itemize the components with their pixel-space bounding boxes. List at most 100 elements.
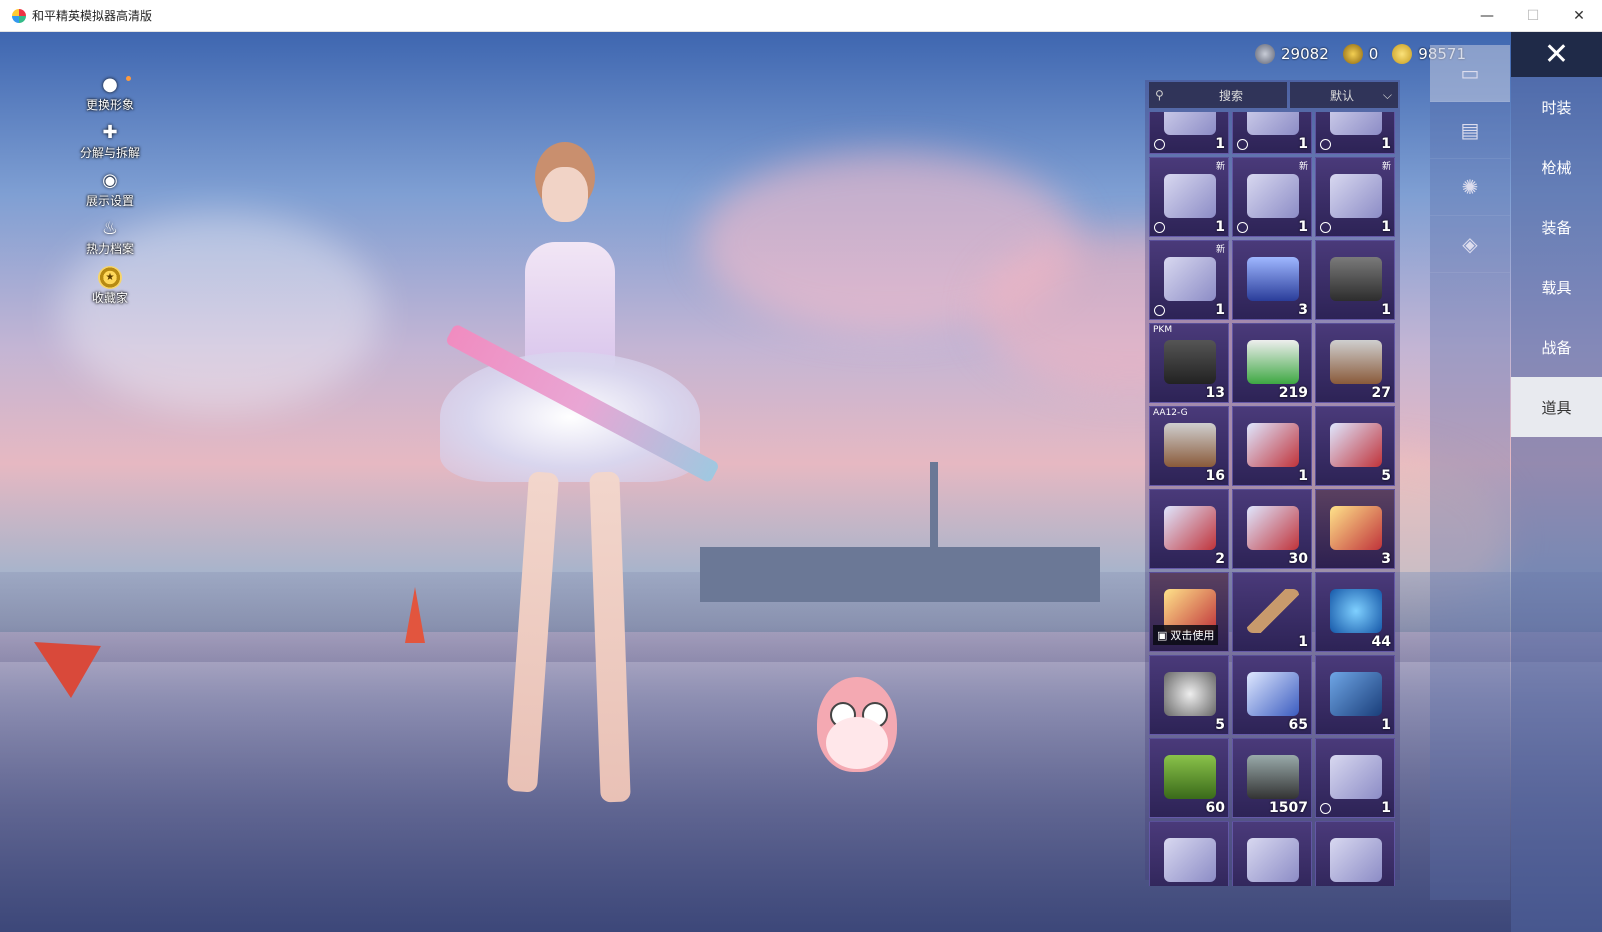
bp-coin-icon bbox=[1392, 44, 1413, 64]
inventory-item[interactable]: 2 bbox=[1149, 489, 1229, 569]
character-leg-left bbox=[506, 471, 560, 793]
window-titlebar: 和平精英模拟器高清版 — ☐ ✕ bbox=[0, 0, 1602, 32]
inventory-item[interactable]: 60 bbox=[1149, 738, 1229, 818]
traffic-cone bbox=[405, 587, 425, 643]
pet-belly bbox=[826, 717, 888, 769]
category-equipment[interactable]: 装备 bbox=[1511, 197, 1602, 257]
inventory-item[interactable] bbox=[1315, 821, 1395, 886]
book-icon: ▣ bbox=[1157, 628, 1168, 642]
tool-decompose[interactable]: ✚ 分解与拆解 bbox=[70, 122, 150, 162]
pet-owl[interactable] bbox=[812, 657, 902, 802]
item-quantity: 5 bbox=[1215, 717, 1225, 733]
item-quantity: 65 bbox=[1288, 717, 1308, 733]
item-weapon-tag: AA12-G bbox=[1153, 408, 1188, 418]
inventory-item[interactable]: 3 bbox=[1315, 489, 1395, 569]
inventory-item[interactable]: 1507 bbox=[1232, 738, 1312, 818]
new-badge: 新 bbox=[1215, 162, 1225, 172]
spray-can-icon bbox=[1247, 257, 1299, 301]
tool-label: 热力档案 bbox=[85, 242, 134, 256]
category-vehicles[interactable]: 载具 bbox=[1511, 257, 1602, 317]
inventory-item[interactable]: 1 bbox=[1315, 240, 1395, 320]
inventory-item[interactable]: 44 bbox=[1315, 572, 1395, 652]
chevron-down-icon: ⌵ bbox=[1382, 87, 1392, 102]
exp-card-icon bbox=[1247, 506, 1299, 550]
close-panel-button[interactable]: ✕ bbox=[1511, 32, 1602, 77]
ticket-icon bbox=[1164, 257, 1216, 301]
new-badge: 新 bbox=[1298, 162, 1308, 172]
ticket-icon bbox=[1330, 838, 1382, 882]
inventory-item[interactable]: 1 bbox=[1232, 112, 1312, 154]
close-window-button[interactable]: ✕ bbox=[1556, 0, 1602, 31]
ticket-icon[interactable]: ◈ bbox=[1430, 216, 1510, 273]
exp-card-icon bbox=[1247, 423, 1299, 467]
sort-dropdown[interactable]: 默认 ⌵ bbox=[1290, 82, 1398, 108]
inventory-item[interactable] bbox=[1149, 821, 1229, 886]
item-quantity: 3 bbox=[1381, 551, 1391, 567]
inventory-item[interactable]: 新1 bbox=[1315, 157, 1395, 237]
inventory-item[interactable]: 30 bbox=[1232, 489, 1312, 569]
inventory-item[interactable]: 65 bbox=[1232, 655, 1312, 735]
inventory-item[interactable]: 新1 bbox=[1149, 157, 1229, 237]
category-supplies[interactable]: 战备 bbox=[1511, 317, 1602, 377]
gold-token-icon bbox=[1342, 44, 1363, 64]
inventory-item[interactable]: 1 bbox=[1149, 112, 1229, 154]
character-figure[interactable] bbox=[430, 142, 721, 832]
inventory-item[interactable]: 新1 bbox=[1232, 157, 1312, 237]
exp-card-icon bbox=[1164, 506, 1216, 550]
inventory-toolbar: ⚲ 搜索 默认 ⌵ bbox=[1149, 82, 1399, 108]
inventory-item[interactable]: 3 bbox=[1232, 240, 1312, 320]
item-quantity: 1507 bbox=[1269, 800, 1308, 816]
item-quantity: 44 bbox=[1371, 634, 1391, 650]
category-firearms[interactable]: 枪械 bbox=[1511, 137, 1602, 197]
inventory-item[interactable]: 1 bbox=[1232, 406, 1312, 486]
inventory-item[interactable]: 219 bbox=[1232, 323, 1312, 403]
inventory-item[interactable]: 1 bbox=[1232, 572, 1312, 652]
gold-token-amount: 0 bbox=[1368, 45, 1379, 63]
tool-display-settings[interactable]: ◉ 展示设置 bbox=[70, 170, 150, 210]
item-quantity: 1 bbox=[1381, 302, 1391, 318]
clock-icon bbox=[1320, 222, 1331, 233]
maximize-button[interactable]: ☐ bbox=[1510, 0, 1556, 31]
inventory-item[interactable]: AA12-G 16 bbox=[1149, 406, 1229, 486]
inventory-item[interactable]: 5 bbox=[1149, 655, 1229, 735]
new-badge: 新 bbox=[1381, 162, 1391, 172]
inventory-item[interactable]: 5 bbox=[1315, 406, 1395, 486]
search-input[interactable]: ⚲ 搜索 bbox=[1149, 82, 1287, 108]
ticket-icon bbox=[1330, 112, 1382, 135]
silver-coin-amount: 29082 bbox=[1281, 45, 1329, 63]
silver-coin-icon bbox=[1255, 44, 1276, 64]
inventory-item[interactable]: ▣ 双击使用 bbox=[1149, 572, 1229, 652]
puzzle-icon: ✚ bbox=[102, 122, 118, 143]
inventory-item[interactable]: 1 bbox=[1315, 655, 1395, 735]
clock-icon bbox=[1154, 139, 1165, 150]
card-icon[interactable]: ▭ bbox=[1430, 45, 1510, 102]
inventory-item[interactable]: 1 bbox=[1315, 112, 1395, 154]
item-quantity: 1 bbox=[1298, 634, 1308, 650]
ticket-icon bbox=[1164, 112, 1216, 135]
inventory-item[interactable]: 27 bbox=[1315, 323, 1395, 403]
card-icon bbox=[1330, 672, 1382, 716]
item-quantity: 1 bbox=[1215, 302, 1225, 318]
category-items[interactable]: 道具 bbox=[1511, 377, 1602, 437]
tool-label: 分解与拆解 bbox=[79, 146, 140, 160]
item-quantity: 27 bbox=[1371, 385, 1391, 401]
category-fashion[interactable]: 时装 bbox=[1511, 77, 1602, 137]
notification-dot bbox=[126, 76, 131, 81]
inventory-item[interactable]: 1 bbox=[1315, 738, 1395, 818]
item-weapon-tag: PKM bbox=[1153, 325, 1173, 335]
tool-change-appearance[interactable]: ● 更换形象 bbox=[70, 74, 150, 114]
tool-heat-archive[interactable]: ♨ 热力档案 bbox=[70, 218, 150, 258]
item-quantity: 2 bbox=[1215, 551, 1225, 567]
item-quantity: 60 bbox=[1205, 800, 1225, 816]
minimize-button[interactable]: — bbox=[1464, 0, 1510, 31]
sparkle-icon[interactable]: ✺ bbox=[1430, 159, 1510, 216]
item-quantity: 3 bbox=[1298, 302, 1308, 318]
inventory-item[interactable]: 新1 bbox=[1149, 240, 1229, 320]
item-quantity: 1 bbox=[1381, 800, 1391, 816]
inventory-item[interactable]: PKM 13 bbox=[1149, 323, 1229, 403]
inventory-item[interactable] bbox=[1232, 821, 1312, 886]
chest-icon[interactable]: ▤ bbox=[1430, 102, 1510, 159]
tool-collector[interactable]: ★ 收藏家 bbox=[70, 266, 150, 306]
double-click-hint: ▣ 双击使用 bbox=[1153, 625, 1219, 645]
clock-icon bbox=[1320, 803, 1331, 814]
